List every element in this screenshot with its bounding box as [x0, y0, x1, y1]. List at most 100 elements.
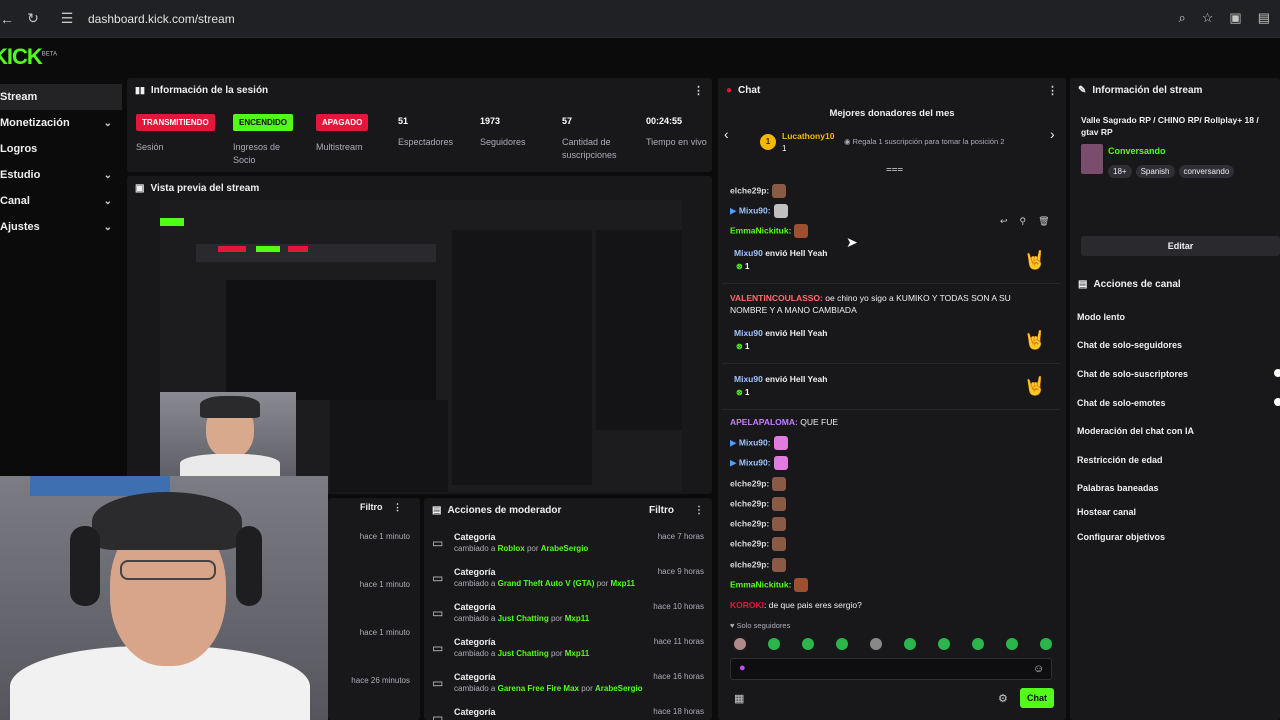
pin-icon[interactable]: ⚲: [1020, 216, 1027, 227]
action-title: Categoría: [454, 602, 496, 612]
emote-icon[interactable]: [972, 638, 984, 650]
action-slow-mode[interactable]: Modo lento: [1077, 312, 1125, 322]
chevron-down-icon: ⌄: [103, 117, 112, 129]
emote-icon[interactable]: [1040, 638, 1052, 650]
gift-box-icon[interactable]: ▦: [734, 692, 744, 705]
user-link[interactable]: ArabeSergio: [541, 544, 589, 553]
chevron-down-icon: ⌄: [103, 195, 112, 207]
action-set-goals[interactable]: Configurar objetivos: [1077, 532, 1165, 542]
sidebar-item-logros[interactable]: Logros: [0, 136, 122, 162]
top-donor-name[interactable]: Lucathony10: [782, 131, 834, 141]
chat-username[interactable]: APELAPALOMA:: [730, 417, 798, 427]
send-chat-button[interactable]: Chat: [1020, 688, 1054, 708]
action-subscribers-only[interactable]: Chat de solo-suscriptores: [1077, 369, 1188, 379]
site-info-icon[interactable]: ☰: [54, 10, 80, 27]
emoji-icon[interactable]: ☺: [1033, 663, 1044, 675]
mic-icon[interactable]: ●: [739, 662, 746, 674]
action-emotes-only[interactable]: Chat de solo-emotes: [1077, 398, 1166, 408]
emote-icon[interactable]: [904, 638, 916, 650]
filter-button[interactable]: Filtro ⋮: [360, 502, 402, 513]
game-link[interactable]: Just Chatting: [498, 614, 549, 623]
chevron-right-icon[interactable]: ›: [1050, 126, 1055, 142]
emote-icon[interactable]: [734, 638, 746, 650]
emote-icon[interactable]: [802, 638, 814, 650]
sidebar-item-monetizacion[interactable]: Monetización ⌄: [0, 110, 122, 136]
emote-icon[interactable]: [768, 638, 780, 650]
reload-icon[interactable]: ↻: [20, 10, 46, 27]
chat-username[interactable]: elche29p:: [730, 518, 769, 528]
chat-username[interactable]: Mixu90:: [739, 457, 771, 467]
game-link[interactable]: Garena Free Fire Max: [498, 684, 579, 693]
toggle-switch[interactable]: [1274, 398, 1280, 406]
stat-session: TRANSMITIENDO Sesión: [136, 112, 215, 154]
reply-icon[interactable]: ↩: [1000, 216, 1008, 227]
action-detail: cambiado a Roblox por ArabeSergio: [454, 544, 589, 553]
action-followers-only[interactable]: Chat de solo-seguidores: [1077, 340, 1182, 350]
sidebar-item-estudio[interactable]: Estudio ⌄: [0, 162, 122, 188]
category-name[interactable]: Conversando: [1108, 146, 1166, 156]
webcam-overlay: [0, 476, 328, 720]
chevron-left-icon[interactable]: ‹: [724, 126, 729, 142]
chat-username[interactable]: elche29p:: [730, 478, 769, 488]
emote-icon[interactable]: [836, 638, 848, 650]
headphone: [236, 526, 262, 606]
action-banned-words[interactable]: Palabras baneadas: [1077, 483, 1159, 493]
action-time: hace 11 horas: [653, 637, 704, 646]
extensions-icon[interactable]: ▣: [1229, 10, 1241, 26]
chat-username[interactable]: Mixu90:: [739, 437, 771, 447]
more-icon[interactable]: ⋮: [694, 505, 704, 516]
cap: [92, 492, 242, 550]
chat-message: EmmaNickituk:: [730, 224, 809, 238]
action-ai-moderation[interactable]: Moderación del chat con IA: [1077, 426, 1194, 436]
bookmark-star-icon[interactable]: ☆: [1202, 10, 1214, 26]
sidebar-item-ajustes[interactable]: Ajustes ⌄: [0, 214, 122, 240]
settings-gear-icon[interactable]: ⚙: [998, 692, 1008, 705]
more-icon[interactable]: ⋮: [693, 84, 704, 97]
chat-username[interactable]: VALENTINCOULASSO:: [730, 293, 823, 303]
back-icon[interactable]: ←: [0, 11, 20, 27]
tag[interactable]: Spanish: [1135, 165, 1175, 178]
chat-username[interactable]: elche29p:: [730, 559, 769, 569]
more-icon[interactable]: ⋮: [1047, 84, 1058, 97]
user-link[interactable]: ArabeSergio: [595, 684, 643, 693]
action-age-restriction[interactable]: Restricción de edad: [1077, 455, 1163, 465]
sidebar-item-stream[interactable]: Stream: [0, 84, 122, 110]
tag[interactable]: 18+: [1108, 165, 1132, 178]
sidebar-item-canal[interactable]: Canal ⌄: [0, 188, 122, 214]
user-link[interactable]: Mxp11: [611, 579, 635, 588]
delete-icon[interactable]: 🗑: [1038, 216, 1049, 227]
chat-username[interactable]: EmmaNickituk:: [730, 579, 791, 589]
list-item: ▭ Categoría cambiado a Garena Free Fire Ma…: [424, 672, 712, 706]
chat-input[interactable]: ● ☺: [730, 658, 1052, 680]
chat-username[interactable]: elche29p:: [730, 498, 769, 508]
address-bar[interactable]: dashboard.kick.com/stream: [88, 12, 235, 26]
filter-button[interactable]: Filtro: [649, 505, 674, 516]
tag[interactable]: conversando: [1178, 165, 1235, 178]
action-host-channel[interactable]: Hostear canal: [1077, 507, 1136, 517]
game-link[interactable]: Just Chatting: [498, 649, 549, 658]
chat-username[interactable]: elche29p:: [730, 185, 769, 195]
game-link[interactable]: Roblox: [498, 544, 525, 553]
emote-icon[interactable]: [870, 638, 882, 650]
emote-icon[interactable]: [1006, 638, 1018, 650]
chat-username[interactable]: EmmaNickituk:: [730, 225, 791, 235]
edit-button[interactable]: Editar: [1081, 236, 1280, 256]
more-icon[interactable]: ⋮: [393, 502, 402, 512]
chat-username[interactable]: Mixu90:: [739, 205, 771, 215]
kick-logo[interactable]: KICKBETA: [0, 44, 57, 70]
gift-cta[interactable]: ◉ Regala 1 suscripción para tomar la pos…: [844, 137, 1004, 146]
chat-username[interactable]: KOROKI: [730, 600, 764, 610]
stream-info-header: ✎ Información del stream: [1070, 78, 1280, 102]
zoom-icon[interactable]: ⌕: [1178, 10, 1185, 26]
chat-message: elche29p:: [730, 497, 787, 511]
chat-username[interactable]: elche29p:: [730, 538, 769, 548]
toggle-switch[interactable]: [1274, 369, 1280, 377]
game-link[interactable]: Grand Theft Auto V (GTA): [498, 579, 595, 588]
user-link[interactable]: Mxp11: [565, 649, 589, 658]
emote-icon[interactable]: [938, 638, 950, 650]
wrench-icon: ✎: [1078, 84, 1087, 96]
user-link[interactable]: Mxp11: [565, 614, 589, 623]
sidepanel-icon[interactable]: ▤: [1258, 10, 1270, 26]
action-detail: cambiado a Grand Theft Auto V (GTA) por …: [454, 579, 635, 588]
pinned-toggle-icon[interactable]: ⩶: [886, 164, 903, 175]
